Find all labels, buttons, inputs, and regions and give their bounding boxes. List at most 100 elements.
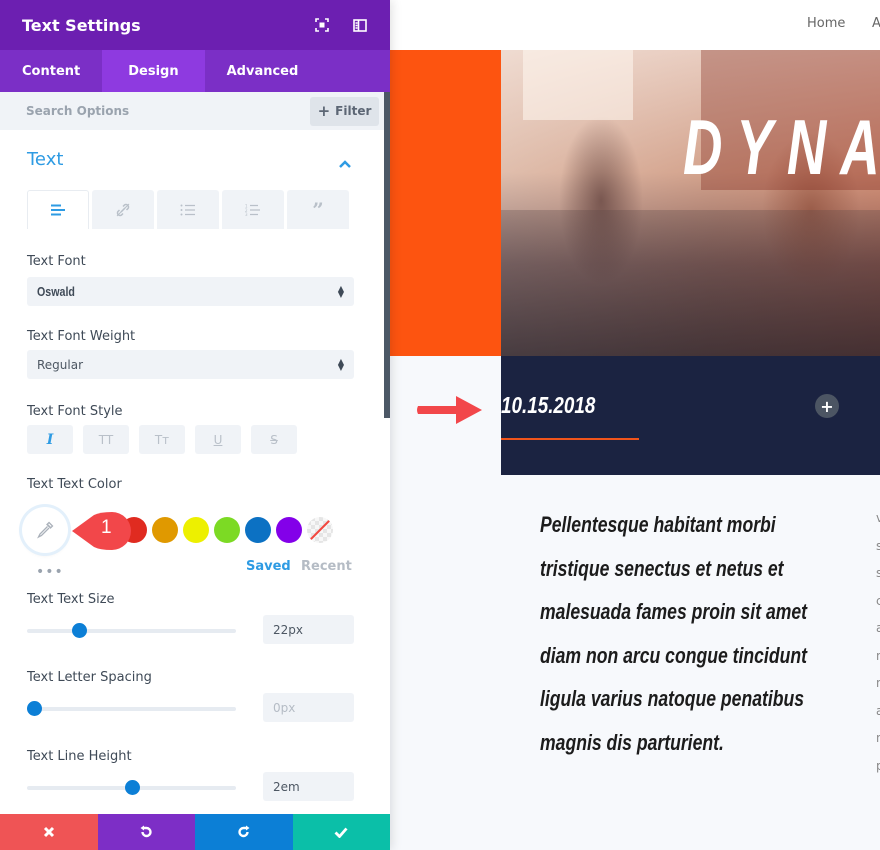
check-icon xyxy=(334,827,348,838)
color-swatch[interactable] xyxy=(214,517,240,543)
search-row: + Filter xyxy=(0,92,390,130)
chevron-up-icon[interactable] xyxy=(338,154,352,168)
panel-footer xyxy=(0,814,390,850)
letter-spacing-slider[interactable] xyxy=(27,701,236,716)
tab-advanced[interactable]: Advanced xyxy=(205,50,321,92)
text-font-style-label: Text Font Style xyxy=(27,404,123,419)
side-column-letter: n xyxy=(876,676,880,690)
text-font-weight-label: Text Font Weight xyxy=(27,329,136,344)
eyedropper-icon xyxy=(37,521,54,539)
recent-colors-tab[interactable]: Recent xyxy=(301,559,352,574)
side-column-letter: s xyxy=(876,538,880,553)
color-swatch[interactable] xyxy=(245,517,271,543)
uppercase-button[interactable]: TT xyxy=(83,425,129,454)
date-text[interactable]: 10.15.2018 xyxy=(501,392,595,419)
bullet-list-icon[interactable] xyxy=(157,190,219,229)
text-size-input[interactable]: 22px xyxy=(263,615,354,644)
side-column-letter: p xyxy=(876,758,880,773)
redo-icon xyxy=(238,825,250,838)
quote-line: diam non arcu congue tincidunt xyxy=(540,642,807,668)
text-settings-panel: Text Settings Content Design Advanced + … xyxy=(0,0,390,850)
step-callout-number: 1 xyxy=(101,517,112,538)
hero-window xyxy=(523,50,633,120)
panel-header: Text Settings xyxy=(0,0,390,50)
quote-icon[interactable]: ” xyxy=(287,190,349,229)
page-preview: Home A DYNA 10.15.2018 + Pellentesque ha… xyxy=(390,0,880,850)
saved-colors-tab[interactable]: Saved xyxy=(246,559,291,574)
underline-icon: U xyxy=(213,432,223,447)
swatch-no-color[interactable] xyxy=(307,517,333,543)
save-button[interactable] xyxy=(292,814,390,850)
text-subtabs: 123 ” xyxy=(27,190,349,229)
strikethrough-button[interactable]: S xyxy=(251,425,297,454)
side-column-letter: n xyxy=(876,648,880,663)
color-swatch[interactable] xyxy=(276,517,302,543)
color-swatch[interactable] xyxy=(183,517,209,543)
hero-image: DYNA xyxy=(501,50,880,356)
color-swatch[interactable] xyxy=(152,517,178,543)
slider-thumb[interactable] xyxy=(124,780,140,795)
line-height-slider[interactable] xyxy=(27,780,236,795)
text-font-weight-select[interactable]: Regular ▲ ▼ xyxy=(27,350,354,379)
quote-line: malesuada fames proin sit amet xyxy=(540,599,808,624)
strikethrough-icon: S xyxy=(270,432,278,447)
more-options-icon[interactable]: ••• xyxy=(36,564,64,580)
add-module-button[interactable]: + xyxy=(815,394,839,418)
smallcaps-button[interactable]: Tт xyxy=(139,425,185,454)
smallcaps-icon: Tт xyxy=(154,432,170,447)
close-icon xyxy=(43,826,54,838)
select-arrows-icon: ▲ ▼ xyxy=(337,356,344,372)
side-column-text: vsscannanp xyxy=(876,505,880,780)
filter-button[interactable]: + Filter xyxy=(310,96,379,126)
slider-thumb[interactable] xyxy=(27,701,42,716)
letter-spacing-input[interactable]: 0px xyxy=(263,693,354,722)
plus-icon: + xyxy=(820,396,834,416)
nav-link-a[interactable]: A xyxy=(872,16,880,31)
filter-label: Filter xyxy=(335,104,372,118)
text-font-value: Oswald xyxy=(37,284,75,299)
italic-button[interactable]: I xyxy=(27,425,73,454)
tab-design[interactable]: Design xyxy=(102,50,205,92)
text-font-weight-value: Regular xyxy=(37,357,84,372)
text-size-label: Text Text Size xyxy=(27,592,115,607)
quote-line: magnis dis parturient. xyxy=(540,729,724,755)
line-height-label: Text Line Height xyxy=(27,749,132,764)
line-height-input[interactable]: 2em xyxy=(263,772,354,801)
search-options-input[interactable] xyxy=(26,104,310,118)
numbered-list-icon[interactable]: 123 xyxy=(222,190,284,229)
text-size-slider[interactable] xyxy=(27,623,236,638)
site-nav: Home A xyxy=(390,0,880,50)
undo-button[interactable] xyxy=(97,814,195,850)
underline-button[interactable]: U xyxy=(195,425,241,454)
link-icon[interactable] xyxy=(92,190,154,229)
uppercase-icon: TT xyxy=(98,432,114,447)
panel-scrollbar[interactable] xyxy=(384,92,390,418)
tab-content[interactable]: Content xyxy=(0,50,102,92)
date-underline xyxy=(501,438,639,440)
fullscreen-icon[interactable] xyxy=(314,17,330,33)
text-font-label: Text Font xyxy=(27,254,86,269)
slider-thumb[interactable] xyxy=(71,623,87,638)
side-column-letter: s xyxy=(876,566,880,580)
cancel-button[interactable] xyxy=(0,814,98,850)
side-column-letter: v xyxy=(876,511,880,525)
section-title-text[interactable]: Text xyxy=(27,149,63,170)
text-color-label: Text Text Color xyxy=(27,477,122,492)
panel-tabs: Content Design Advanced xyxy=(0,50,390,92)
align-left-icon[interactable] xyxy=(27,190,89,229)
panel-title: Text Settings xyxy=(22,15,141,35)
quote-text[interactable]: Pellentesque habitant morbi tristique sen… xyxy=(540,503,808,764)
letter-spacing-label: Text Letter Spacing xyxy=(27,670,152,685)
redo-button[interactable] xyxy=(195,814,293,850)
select-arrows-icon: ▲ ▼ xyxy=(337,283,344,299)
annotation-arrow-icon xyxy=(417,396,482,424)
sidebar-toggle-icon[interactable] xyxy=(352,17,368,33)
svg-text:3: 3 xyxy=(245,212,248,216)
hero-floor xyxy=(501,210,880,356)
color-picker-button[interactable] xyxy=(22,507,68,553)
text-font-select[interactable]: Oswald ▲ ▼ xyxy=(27,277,354,306)
nav-link-home[interactable]: Home xyxy=(807,16,845,31)
side-column-letter: n xyxy=(876,731,880,745)
side-column-letter: a xyxy=(876,703,880,718)
side-column-letter: c xyxy=(876,593,880,608)
